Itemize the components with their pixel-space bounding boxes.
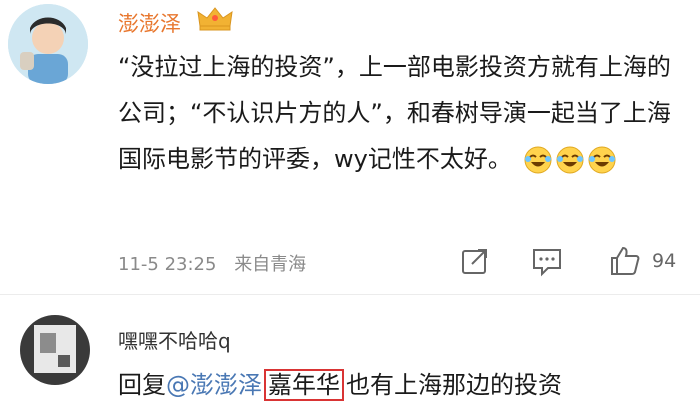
avatar[interactable] [8,4,88,84]
avatar[interactable] [20,315,90,385]
laugh-cry-emoji-icon [556,146,584,174]
comment-icon[interactable] [530,244,564,278]
username[interactable]: 嘿嘿不哈哈q [118,325,231,354]
comment-meta: 11-5 23:25 来自青海 [118,250,318,276]
reply-prefix: 回复 [118,371,166,399]
like-count: 94 [652,250,677,272]
comment-text: “没拉过上海的投资”，上一部电影投资方就有上海的公司；“不认识片方的人”，和春树… [118,44,686,182]
timestamp: 11-5 23:25 [118,254,217,275]
emoji-group [523,145,617,175]
source-label: 来自青海 [234,254,307,275]
highlighted-text: 嘉年华 [264,369,344,401]
avatar-image [8,4,88,84]
laugh-cry-emoji-icon [524,146,552,174]
like-icon[interactable] [608,244,642,278]
username[interactable]: 澎澎泽 [118,8,181,38]
crown-badge-icon [197,7,233,31]
comment-item: 澎澎泽 “没拉过上海的投资”，上一部电影投资方就有上海的公司；“不认识片方的人”… [0,0,700,294]
laugh-cry-emoji-icon [588,146,616,174]
reply-tail: 也有上海那边的投资 [346,371,562,399]
mention-link[interactable]: @澎澎泽 [166,371,262,399]
reply-text: 回复@澎澎泽 嘉年华 也有上海那边的投资 [118,365,562,401]
share-icon[interactable] [458,244,492,278]
reply-item: 嘿嘿不哈哈q 回复@澎澎泽 嘉年华 也有上海那边的投资 [0,294,700,414]
avatar-image [20,315,90,385]
